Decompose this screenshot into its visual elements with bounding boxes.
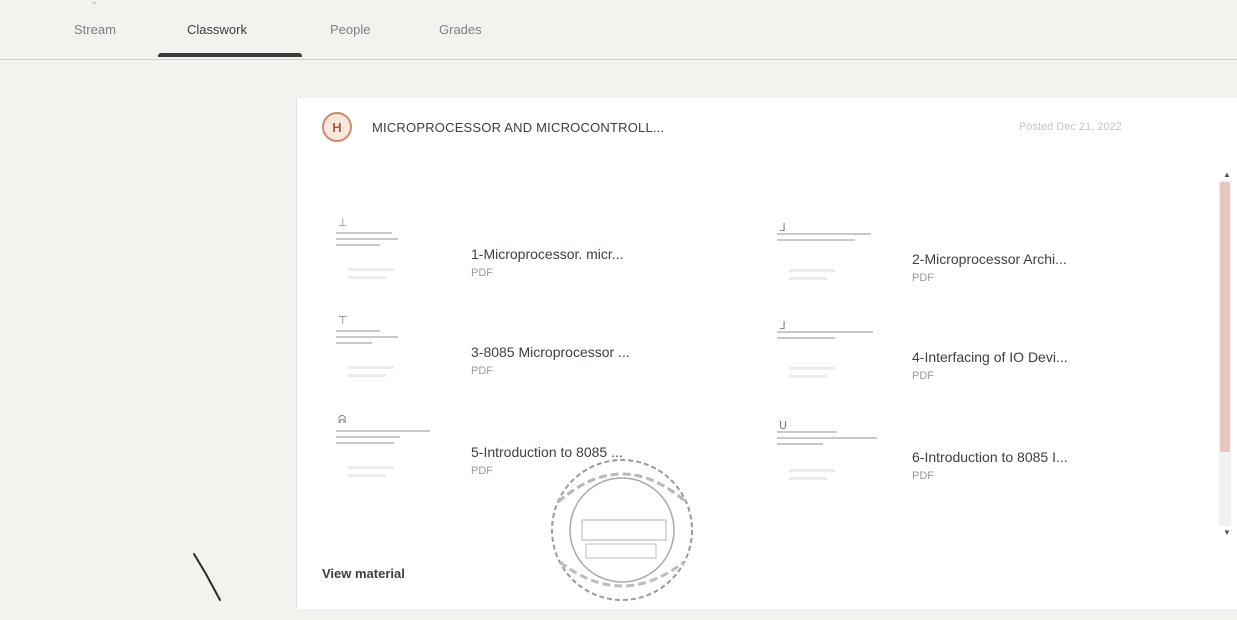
pdf-thumbnail-2: ᒧ	[775, 221, 895, 305]
material-type: PDF	[471, 465, 493, 477]
pdf-thumbnail-3: ⊤	[334, 314, 454, 398]
course-title[interactable]: MICROPROCESSOR AND MICROCONTROLL...	[372, 120, 664, 135]
tab-classwork[interactable]: Classwork	[187, 22, 247, 37]
partial-icon: ⌄	[90, 0, 99, 7]
document-logo-icon: ⊥	[338, 217, 348, 229]
course-logo-icon: H	[322, 112, 352, 142]
document-logo-icon: ᕱ	[338, 414, 347, 426]
pdf-thumbnail-1: ⊥	[334, 216, 454, 300]
document-logo-icon: ⊤	[338, 315, 348, 327]
material-type: PDF	[471, 365, 493, 377]
view-material-link[interactable]: View material	[322, 566, 405, 581]
pdf-thumbnail-5: ᕱ	[334, 414, 454, 498]
material-title: 1-Microprocessor. micr...	[471, 246, 624, 262]
material-title: 3-8085 Microprocessor ...	[471, 344, 630, 360]
material-type: PDF	[912, 370, 934, 382]
material-type: PDF	[912, 272, 934, 284]
material-type: PDF	[471, 267, 493, 279]
scroll-down-arrow-icon[interactable]: ▼	[1223, 528, 1231, 537]
scrollbar-thumb[interactable]	[1220, 182, 1230, 452]
material-type: PDF	[912, 470, 934, 482]
posted-date: Posted Dec 21, 2022	[1019, 121, 1122, 133]
material-title: 4-Interfacing of IO Devi...	[912, 349, 1068, 365]
nav-divider	[0, 59, 1237, 60]
material-title: 5-Introduction to 8085 ...	[471, 444, 623, 460]
pdf-thumbnail-4: ᒧ	[775, 319, 895, 403]
top-navigation: ⌄ Stream Classwork People Grades	[0, 0, 1237, 62]
scroll-up-arrow-icon[interactable]: ▲	[1223, 170, 1231, 179]
active-tab-indicator	[158, 53, 302, 57]
material-title: 6-Introduction to 8085 I...	[912, 449, 1068, 465]
tab-grades[interactable]: Grades	[439, 22, 482, 37]
pen-stroke	[193, 553, 221, 601]
course-logo-letter: H	[332, 119, 342, 135]
tab-stream[interactable]: Stream	[74, 22, 116, 37]
pdf-thumbnail-6: ᑌ	[775, 419, 895, 503]
material-title: 2-Microprocessor Archi...	[912, 251, 1067, 267]
tab-people[interactable]: People	[330, 22, 370, 37]
